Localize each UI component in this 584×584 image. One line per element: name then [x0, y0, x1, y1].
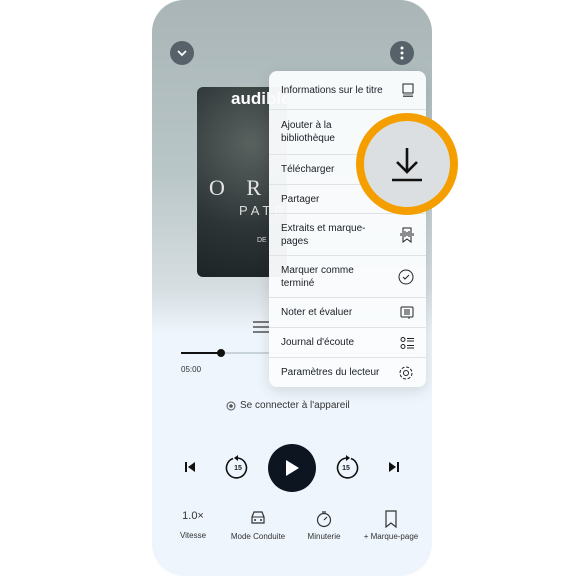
- menu-item-label: Journal d'écoute: [281, 337, 355, 348]
- collapse-button[interactable]: [170, 41, 194, 65]
- add-bookmark-button[interactable]: + Marque-page: [356, 510, 426, 541]
- menu-item-label: Partager: [281, 193, 320, 205]
- speed-value: 1.0×: [182, 510, 204, 522]
- drive-label: Mode Conduite: [230, 532, 286, 541]
- more-options-button[interactable]: [390, 41, 414, 65]
- car-icon: [251, 511, 265, 524]
- clips-bookmark-icon: [400, 227, 414, 243]
- menu-item-mark-finished[interactable]: Marquer comme terminé: [269, 256, 426, 298]
- menu-item-rate-review[interactable]: Noter et évaluer: [269, 298, 426, 328]
- more-vertical-icon: [400, 46, 404, 60]
- forward-seconds: 15: [342, 464, 350, 472]
- speed-label: Vitesse: [179, 531, 207, 540]
- next-chapter-button[interactable]: [386, 460, 402, 474]
- chevron-down-icon: [177, 50, 187, 57]
- gear-icon: [399, 366, 413, 379]
- menu-item-label: Ajouter à la bibliothèque: [281, 120, 335, 144]
- play-icon: [286, 460, 299, 476]
- menu-item-listening-log[interactable]: Journal d'écoute: [269, 328, 426, 358]
- menu-item-player-settings[interactable]: Paramètres du lecteur: [269, 358, 426, 387]
- timer-icon: [316, 511, 332, 528]
- play-button[interactable]: [268, 444, 316, 492]
- driving-mode-button[interactable]: Mode Conduite: [223, 510, 293, 541]
- player-screen: audible O R PATR DE 05:00 Se connecter à…: [152, 0, 432, 576]
- skip-previous-icon: [185, 462, 195, 472]
- check-circle-icon: [398, 269, 414, 284]
- menu-item-label: Noter et évaluer: [281, 307, 353, 318]
- cover-footer: DE: [257, 237, 267, 244]
- elapsed-time: 05:00: [181, 365, 202, 374]
- menu-item-label: Marquer comme terminé: [281, 264, 354, 289]
- bookmark-label: + Marque-page: [363, 532, 419, 541]
- progress-fill: [181, 352, 221, 354]
- menu-item-label: Informations sur le titre: [281, 84, 383, 96]
- bookmark-icon: [385, 510, 397, 529]
- cover-title: O R: [209, 175, 270, 200]
- speed-button[interactable]: 1.0× Vitesse: [158, 510, 228, 540]
- chapters-icon[interactable]: [253, 321, 269, 333]
- menu-item-label: Télécharger: [281, 164, 335, 175]
- menu-item-label: Extraits et marque-pages: [281, 222, 366, 247]
- sleep-timer-button[interactable]: Minuterie: [289, 510, 359, 541]
- book-icon: [402, 83, 414, 97]
- menu-item-title-info[interactable]: Informations sur le titre: [269, 71, 426, 110]
- previous-chapter-button[interactable]: [182, 460, 198, 474]
- menu-item-clips-bookmarks[interactable]: Extraits et marque-pages: [269, 214, 426, 256]
- skip-next-icon: [389, 462, 399, 472]
- connect-device-button[interactable]: Se connecter à l'appareil: [226, 400, 350, 411]
- download-highlight[interactable]: [356, 113, 458, 215]
- progress-knob[interactable]: [217, 349, 225, 357]
- connect-label: Se connecter à l'appareil: [240, 400, 350, 411]
- download-icon: [392, 148, 422, 182]
- rewind-seconds: 15: [234, 464, 242, 472]
- menu-item-label: Paramètres du lecteur: [281, 367, 380, 378]
- rewind-button[interactable]: 15: [225, 455, 251, 481]
- timer-label: Minuterie: [307, 532, 341, 541]
- cast-icon: [226, 401, 236, 410]
- list-icon: [400, 336, 414, 349]
- review-icon: [400, 306, 414, 319]
- forward-button[interactable]: 15: [333, 455, 359, 481]
